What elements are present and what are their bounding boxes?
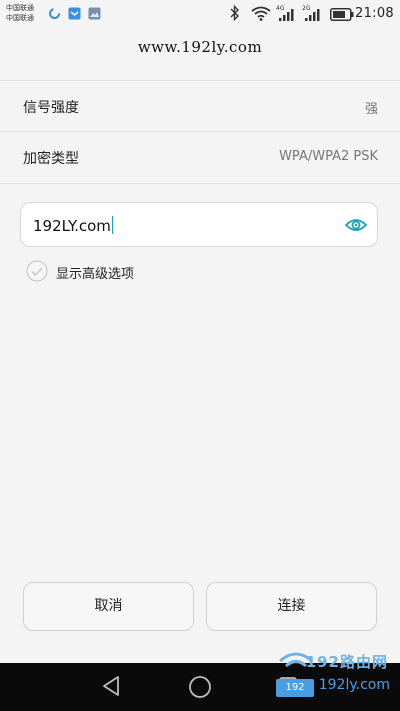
watermark-badge: 192 <box>276 679 314 697</box>
watermark-title: 192路由网 <box>305 653 388 671</box>
show-password-eye-icon[interactable] <box>345 215 367 235</box>
app-icon <box>68 7 81 20</box>
carrier-1: 中国联通 <box>6 4 34 12</box>
password-value: 192LY.com <box>33 217 111 235</box>
security-type-value: WPA/WPA2 PSK <box>279 149 378 164</box>
show-advanced-options[interactable]: 显示高级选项 <box>26 260 226 284</box>
signal-strength-value: 强 <box>364 102 378 117</box>
signal-icon <box>279 9 294 21</box>
password-input[interactable]: 192LY.com <box>20 202 378 247</box>
navigation-bar: 192路由网 192 192ly.com <box>0 652 400 711</box>
gallery-icon <box>88 7 101 20</box>
divider <box>0 183 400 184</box>
carrier-info: 中国联通 中国联通 <box>6 3 34 23</box>
cancel-button[interactable]: 取消 <box>23 582 194 631</box>
signal-strength-label: 信号强度 <box>23 100 79 116</box>
wifi-connect-screen: 中国联通 中国联通 4G 2G 21:08 www.192ly.com 信号强度… <box>0 0 400 711</box>
clock: 21:08 <box>355 6 394 21</box>
bluetooth-icon <box>230 5 239 21</box>
signal-strength-row: 信号强度 强 <box>0 81 400 131</box>
connect-button[interactable]: 连接 <box>206 582 377 631</box>
watermark-domain: 192ly.com <box>318 677 390 693</box>
security-type-label: 加密类型 <box>23 151 79 167</box>
back-triangle-icon[interactable] <box>101 675 121 697</box>
text-caret <box>111 216 113 234</box>
signal-2-icon <box>305 9 320 21</box>
battery-icon <box>330 8 354 21</box>
home-circle-icon[interactable] <box>188 675 212 699</box>
password-value-wrap: 192LY.com <box>33 216 113 235</box>
security-type-row: 加密类型 WPA/WPA2 PSK <box>0 132 400 182</box>
wifi-icon <box>251 6 271 21</box>
status-bar: 中国联通 中国联通 4G 2G 21:08 <box>0 0 400 28</box>
carrier-2: 中国联通 <box>6 14 34 22</box>
watermark: 192路由网 192 192ly.com <box>274 652 394 711</box>
show-advanced-options-label: 显示高级选项 <box>56 267 135 282</box>
sync-icon <box>49 8 60 19</box>
network-title: www.192ly.com <box>137 38 263 56</box>
checkbox-circle-icon[interactable] <box>26 260 48 282</box>
